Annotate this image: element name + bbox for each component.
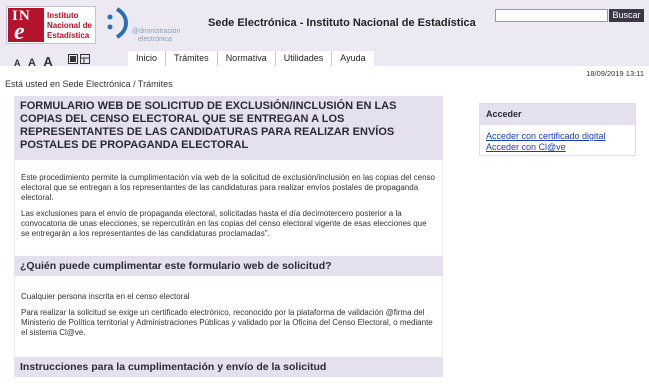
text-size-small-button[interactable]: A [14, 58, 21, 68]
current-date: 18/09/2019 13:11 [586, 69, 644, 78]
nav-item-normativa[interactable]: Normativa [216, 51, 275, 66]
section-who-paragraph-2: Para realizar la solicitud se exige un c… [21, 308, 433, 337]
text-size-medium-button[interactable]: A [28, 57, 36, 69]
ine-logo[interactable]: IN e Instituto Nacional de Estadística [6, 6, 96, 45]
ae-logo-text: @dministración electrónica [132, 28, 181, 43]
ine-mark: IN e [8, 8, 44, 45]
access-panel: Acceder Acceder con certificado digital … [479, 103, 636, 156]
search-button[interactable]: Buscar [609, 9, 644, 22]
intro-paragraph-2: Las exclusiones para el envío de propaga… [21, 209, 427, 238]
section-who-paragraph-1: Cualquier persona inscrita en el censo e… [21, 292, 190, 301]
intro-paragraph-1: Este procedimiento permite la cumpliment… [21, 173, 435, 202]
page-title: FORMULARIO WEB DE SOLICITUD DE EXCLUSIÓN… [14, 96, 443, 160]
text-size-large-button[interactable]: A [43, 54, 52, 69]
main-nav: Inicio Trámites Normativa Utilidades Ayu… [128, 51, 374, 66]
text-size-controls: A A A [14, 53, 56, 71]
section-who-body: Cualquier persona inscrita en el censo e… [14, 276, 443, 357]
access-certificate-link[interactable]: Acceder con certificado digital [480, 131, 635, 142]
section-instructions-title: Instrucciones para la cumplimentación y … [14, 357, 443, 377]
section-who-title: ¿Quién puede cumplimentar este formulari… [14, 256, 443, 276]
intro-section: Este procedimiento permite la cumpliment… [14, 160, 443, 256]
access-clave-link[interactable]: Acceder con Cl@ve [480, 142, 635, 153]
site-header: IN e Instituto Nacional de Estadística @d… [0, 0, 649, 69]
nav-item-utilidades[interactable]: Utilidades [274, 51, 332, 66]
search-input[interactable] [495, 9, 608, 22]
nav-item-inicio[interactable]: Inicio [128, 51, 166, 66]
main-content: FORMULARIO WEB DE SOLICITUD DE EXCLUSIÓN… [14, 96, 443, 377]
display-mode-icon[interactable] [68, 54, 90, 64]
breadcrumb: Está usted en Sede Electrónica / Trámite… [5, 79, 173, 89]
nav-item-ayuda[interactable]: Ayuda [331, 51, 374, 66]
site-title: Sede Electrónica - Instituto Nacional de… [208, 17, 476, 29]
administracion-electronica-icon [107, 7, 128, 39]
access-panel-title: Acceder [480, 104, 635, 125]
ine-logo-text: Instituto Nacional de Estadística [47, 11, 92, 40]
nav-item-tramites[interactable]: Trámites [165, 51, 217, 66]
